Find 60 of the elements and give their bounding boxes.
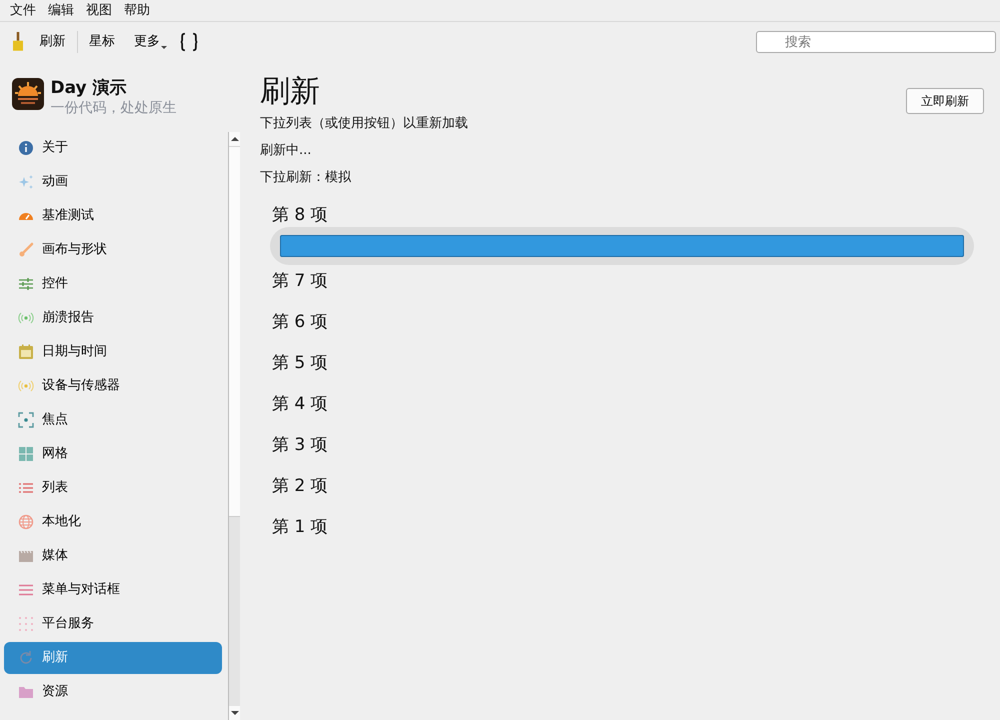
sparkle-icon — [18, 174, 34, 190]
page-subtitle: 下拉列表（或使用按钮）以重新加载 — [260, 117, 469, 132]
list-item[interactable]: 第 2 项 — [272, 474, 328, 498]
caret-icon — [161, 46, 167, 50]
toolbar-button[interactable]: 星标 — [80, 30, 123, 54]
sidebar-item[interactable]: 资源 — [4, 676, 222, 708]
search-field[interactable]: 搜索 — [756, 31, 996, 53]
toolbar-button[interactable]: 更多 — [126, 30, 175, 54]
sidebar-item[interactable]: 基准测试 — [4, 200, 222, 232]
sidebar-item[interactable]: 刷新 — [4, 642, 222, 674]
sidebar-item[interactable]: 本地化 — [4, 506, 222, 538]
menu-item[interactable]: 视图 — [80, 0, 118, 21]
menu-item[interactable]: 文件 — [4, 0, 42, 21]
dots-grid-icon — [18, 616, 34, 632]
menu-item[interactable]: 帮助 — [118, 0, 156, 21]
list-item[interactable]: 第 4 项 — [272, 392, 328, 416]
list-item[interactable]: 第 3 项 — [272, 433, 328, 458]
app-title: Day 演示 — [50, 78, 128, 98]
sidebar-item[interactable]: 列表 — [4, 472, 222, 504]
braces-icon — [178, 31, 200, 53]
sidebar-item[interactable]: 焦点 — [4, 404, 222, 436]
clapperboard-icon — [18, 548, 34, 564]
sidebar-item[interactable]: 平台服务 — [4, 608, 222, 640]
refresh-icon — [18, 650, 34, 666]
sidebar-item[interactable]: 崩溃报告 — [4, 302, 222, 334]
sliders-icon — [18, 276, 34, 292]
sidebar-item[interactable]: 媒体 — [4, 540, 222, 572]
scroll-up-arrow[interactable] — [230, 137, 238, 141]
sidebar-item[interactable]: 动画 — [4, 166, 222, 198]
sunset-logo — [12, 78, 44, 110]
sidebar-item[interactable]: 设备与传感器 — [4, 370, 222, 402]
sidebar-item[interactable]: 网格 — [4, 438, 222, 470]
brush-icon — [18, 242, 34, 258]
folder-icon — [18, 684, 34, 700]
info-icon — [18, 140, 34, 156]
globe-icon — [18, 514, 34, 530]
refresh-now-button[interactable]: 立即刷新 — [906, 88, 984, 114]
calendar-icon — [18, 344, 34, 360]
toolbar-button[interactable]: 刷新 — [31, 30, 74, 54]
sidebar-item[interactable]: 控件 — [4, 268, 222, 300]
mode-text: 下拉刷新：模拟 — [260, 171, 352, 186]
list-item[interactable]: 第 6 项 — [272, 310, 328, 334]
list-item[interactable]: 第 5 项 — [272, 351, 328, 376]
broadcast-icon — [18, 310, 34, 326]
menu-icon — [18, 582, 34, 598]
grid-icon — [18, 446, 34, 462]
status-text: 刷新中... — [260, 144, 312, 158]
sidebar-item[interactable]: 日期与时间 — [4, 336, 222, 368]
sidebar-item[interactable]: 画布与形状 — [4, 234, 222, 266]
list-item[interactable]: 第 1 项 — [272, 515, 328, 540]
list-item[interactable]: 第 7 项 — [272, 269, 328, 294]
broadcast-icon — [18, 378, 34, 394]
sidebar-item[interactable]: 关于 — [4, 132, 222, 164]
app-subtitle: 一份代码，处处原生 — [50, 99, 176, 118]
page-title: 刷新 — [260, 73, 320, 111]
focus-icon — [18, 412, 34, 428]
scroll-down-arrow[interactable] — [230, 711, 238, 715]
sidebar-item[interactable]: 菜单与对话框 — [4, 574, 222, 606]
menu-item[interactable]: 编辑 — [42, 0, 80, 21]
list-item[interactable]: 第 8 项 — [272, 203, 328, 228]
